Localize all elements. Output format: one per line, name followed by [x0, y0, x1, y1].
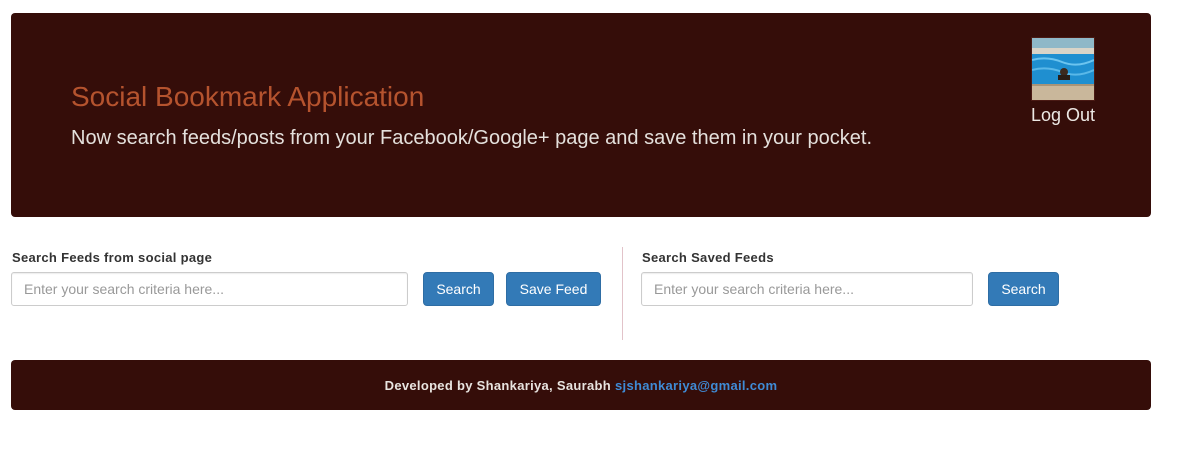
social-search-label: Search Feeds from social page [12, 250, 213, 265]
app-tagline: Now search feeds/posts from your Faceboo… [71, 127, 872, 149]
social-search-button[interactable]: Search [423, 272, 494, 306]
saved-search-button[interactable]: Search [988, 272, 1059, 306]
user-avatar[interactable] [1031, 37, 1095, 101]
column-divider [622, 247, 623, 340]
avatar-photo-icon [1032, 38, 1094, 100]
save-feed-button[interactable]: Save Feed [506, 272, 601, 306]
footer-email-link[interactable]: sjshankariya@gmail.com [615, 378, 777, 393]
saved-search-label: Search Saved Feeds [642, 250, 774, 265]
social-search-input[interactable] [11, 272, 408, 306]
logout-link[interactable]: Log Out [1031, 104, 1095, 126]
footer: Developed by Shankariya, Saurabh sjshank… [11, 360, 1151, 410]
footer-credit: Developed by Shankariya, Saurabh [384, 377, 611, 393]
saved-search-input[interactable] [641, 272, 973, 306]
header-banner: Social Bookmark Application Now search f… [11, 13, 1151, 217]
app-title: Social Bookmark Application [71, 81, 425, 112]
